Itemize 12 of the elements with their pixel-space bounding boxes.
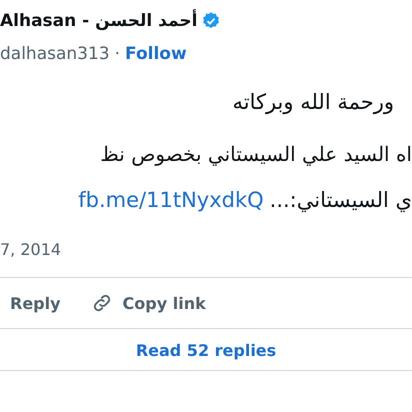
- tweet-date: 7, 2014: [0, 240, 62, 259]
- follow-link[interactable]: Follow: [125, 44, 187, 64]
- tweet-text-line: ورحمة الله وبركاته: [232, 90, 394, 114]
- tweet-text-line: ي السيستاني:...: [270, 188, 412, 212]
- tweet-link[interactable]: fb.me/11tNyxdkQ: [78, 188, 264, 212]
- tweet-text-line: اه السيد علي السيستاني بخصوص نظ: [100, 142, 412, 166]
- read-replies-link[interactable]: Read 52 replies: [0, 329, 412, 370]
- author-handle: dalhasan313: [0, 44, 110, 64]
- author-name: Alhasan - أحمد الحسن: [0, 11, 198, 31]
- copy-link-button[interactable]: Copy link: [90, 292, 206, 314]
- reply-button[interactable]: Reply: [10, 294, 61, 312]
- separator-dot: ·: [114, 44, 120, 64]
